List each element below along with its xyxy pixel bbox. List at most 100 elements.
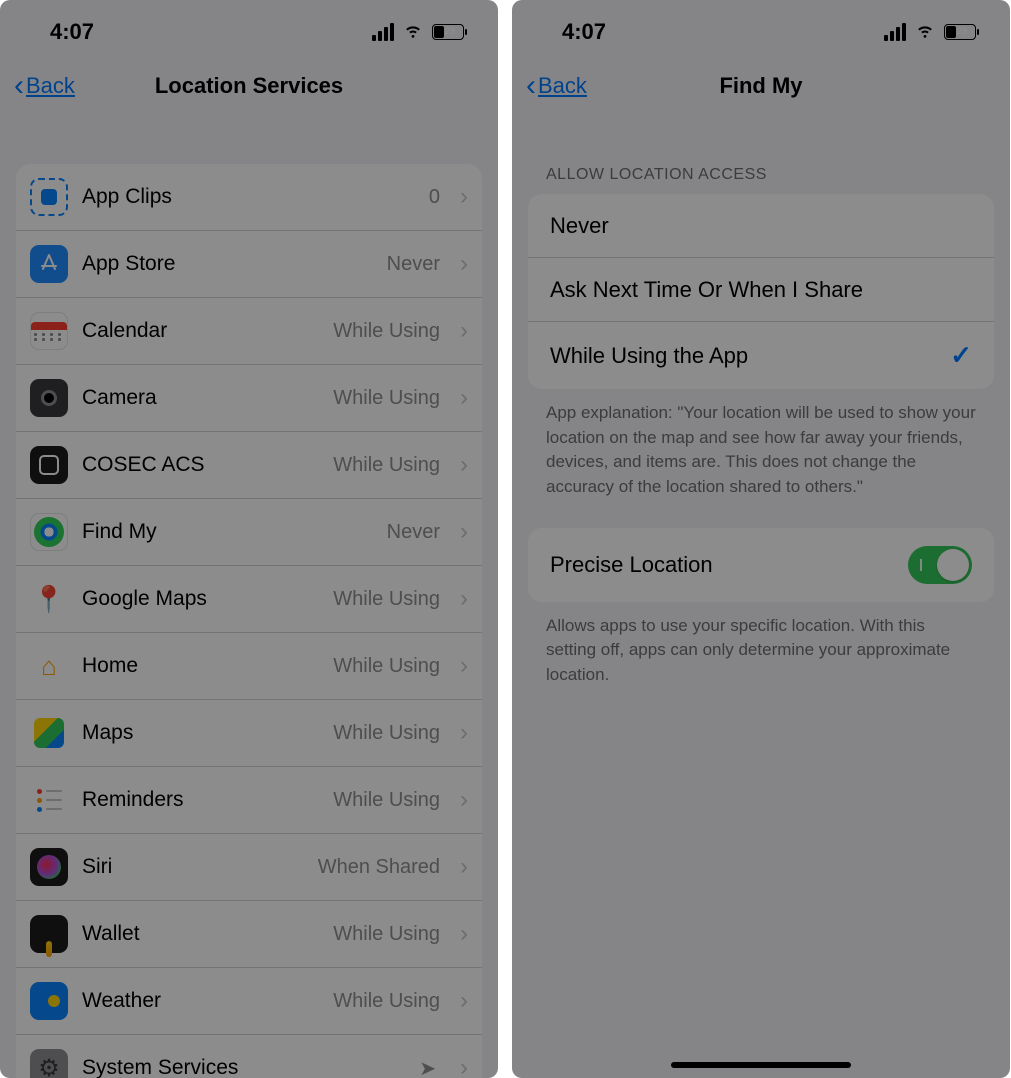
home-indicator bbox=[671, 1062, 851, 1068]
battery-icon: 29 bbox=[432, 24, 464, 40]
chevron-right-icon: › bbox=[454, 853, 468, 881]
chevron-left-icon: ‹ bbox=[526, 71, 536, 101]
row-label: Siri bbox=[82, 855, 304, 879]
row-value: Never bbox=[387, 521, 440, 544]
row-reminders[interactable]: Reminders While Using › bbox=[16, 767, 482, 834]
back-button[interactable]: ‹ Back bbox=[14, 71, 75, 101]
location-arrow-icon: ➤ bbox=[419, 1056, 440, 1078]
phone-right: 4:07 29 ‹ Back Find My ALLOW LOCATION AC… bbox=[512, 0, 1010, 1078]
status-bar: 4:07 29 bbox=[512, 0, 1010, 56]
row-gmaps[interactable]: 📍 Google Maps While Using › bbox=[16, 566, 482, 633]
calendar-icon bbox=[30, 312, 68, 350]
chevron-right-icon: › bbox=[454, 1054, 468, 1078]
row-label: System Services bbox=[82, 1056, 405, 1078]
row-value: While Using bbox=[333, 722, 440, 745]
chevron-right-icon: › bbox=[454, 250, 468, 278]
chevron-right-icon: › bbox=[454, 183, 468, 211]
row-cosec[interactable]: COSEC ACSWhile Using› bbox=[16, 432, 482, 499]
status-time: 4:07 bbox=[50, 19, 94, 45]
precise-location-card: Precise Location bbox=[528, 528, 994, 602]
precise-location-row[interactable]: Precise Location bbox=[528, 528, 994, 602]
row-home[interactable]: ⌂HomeWhile Using› bbox=[16, 633, 482, 700]
wifi-icon bbox=[914, 18, 936, 46]
row-label: Calendar bbox=[82, 319, 319, 343]
wallet-icon bbox=[30, 915, 68, 953]
row-label: Camera bbox=[82, 386, 319, 410]
row-value: While Using bbox=[333, 923, 440, 946]
precise-footer: Allows apps to use your specific locatio… bbox=[512, 602, 1010, 696]
row-weather[interactable]: Weather While Using › bbox=[16, 968, 482, 1035]
row-value: While Using bbox=[333, 320, 440, 343]
row-value: While Using bbox=[333, 454, 440, 477]
row-appstore[interactable]: App StoreNever› bbox=[16, 231, 482, 298]
row-calendar[interactable]: Calendar While Using › bbox=[16, 298, 482, 365]
chevron-right-icon: › bbox=[454, 920, 468, 948]
appclips-icon bbox=[30, 178, 68, 216]
option-1[interactable]: Ask Next Time Or When I Share bbox=[528, 258, 994, 322]
precise-location-label: Precise Location bbox=[550, 552, 713, 578]
status-bar: 4:07 29 bbox=[0, 0, 498, 56]
row-label: Reminders bbox=[82, 788, 319, 812]
cosec-icon bbox=[30, 446, 68, 484]
signal-icon bbox=[884, 23, 906, 41]
row-wallet[interactable]: Wallet While Using › bbox=[16, 901, 482, 968]
signal-icon bbox=[372, 23, 394, 41]
maps-icon bbox=[30, 714, 68, 752]
row-value: While Using bbox=[333, 789, 440, 812]
row-camera[interactable]: Camera While Using › bbox=[16, 365, 482, 432]
row-value: While Using bbox=[333, 990, 440, 1013]
option-0[interactable]: Never bbox=[528, 194, 994, 258]
section-header-allow: ALLOW LOCATION ACCESS bbox=[512, 116, 1010, 194]
chevron-left-icon: ‹ bbox=[14, 71, 24, 101]
row-label: Google Maps bbox=[82, 587, 319, 611]
row-maps[interactable]: MapsWhile Using› bbox=[16, 700, 482, 767]
row-appclips[interactable]: App Clips 0 › bbox=[16, 164, 482, 231]
reminders-icon bbox=[30, 781, 68, 819]
precise-location-toggle[interactable] bbox=[908, 546, 972, 584]
checkmark-icon: ✓ bbox=[950, 340, 972, 371]
option-2[interactable]: While Using the App ✓ bbox=[528, 322, 994, 389]
row-system[interactable]: ⚙ System Services ➤ › bbox=[16, 1035, 482, 1078]
home-icon: ⌂ bbox=[30, 647, 68, 685]
row-value: While Using bbox=[333, 588, 440, 611]
row-label: Wallet bbox=[82, 922, 319, 946]
weather-icon bbox=[30, 982, 68, 1020]
findmy-icon bbox=[30, 513, 68, 551]
battery-icon: 29 bbox=[944, 24, 976, 40]
system-icon: ⚙ bbox=[30, 1049, 68, 1078]
row-siri[interactable]: Siri When Shared › bbox=[16, 834, 482, 901]
back-label: Back bbox=[538, 73, 587, 99]
appstore-icon bbox=[30, 245, 68, 283]
chevron-right-icon: › bbox=[454, 518, 468, 546]
app-explanation: App explanation: "Your location will be … bbox=[512, 389, 1010, 508]
row-value: While Using bbox=[333, 655, 440, 678]
chevron-right-icon: › bbox=[454, 786, 468, 814]
row-label: COSEC ACS bbox=[82, 453, 319, 477]
chevron-right-icon: › bbox=[454, 652, 468, 680]
chevron-right-icon: › bbox=[454, 987, 468, 1015]
row-label: Weather bbox=[82, 989, 319, 1013]
row-value: When Shared bbox=[318, 856, 440, 879]
location-access-options: Never Ask Next Time Or When I Share While … bbox=[528, 194, 994, 389]
nav-header: ‹ Back Find My bbox=[512, 56, 1010, 116]
row-value: 0 bbox=[429, 186, 440, 209]
chevron-right-icon: › bbox=[454, 317, 468, 345]
app-list-card: App Clips0›App StoreNever›CalendarWhile … bbox=[16, 164, 482, 1078]
option-label: Ask Next Time Or When I Share bbox=[550, 277, 863, 303]
camera-icon bbox=[30, 379, 68, 417]
row-value: While Using bbox=[333, 387, 440, 410]
row-label: Maps bbox=[82, 721, 319, 745]
chevron-right-icon: › bbox=[454, 585, 468, 613]
back-button[interactable]: ‹ Back bbox=[526, 71, 587, 101]
chevron-right-icon: › bbox=[454, 384, 468, 412]
back-label: Back bbox=[26, 73, 75, 99]
wifi-icon bbox=[402, 18, 424, 46]
row-findmy[interactable]: Find MyNever› bbox=[16, 499, 482, 566]
gmaps-icon: 📍 bbox=[30, 580, 68, 618]
row-label: App Clips bbox=[82, 185, 415, 209]
nav-header: ‹ Back Location Services bbox=[0, 56, 498, 116]
option-label: While Using the App bbox=[550, 343, 748, 369]
option-label: Never bbox=[550, 213, 609, 239]
row-value: Never bbox=[387, 253, 440, 276]
phone-left: 4:07 29 ‹ Back Location Services App Cli… bbox=[0, 0, 498, 1078]
